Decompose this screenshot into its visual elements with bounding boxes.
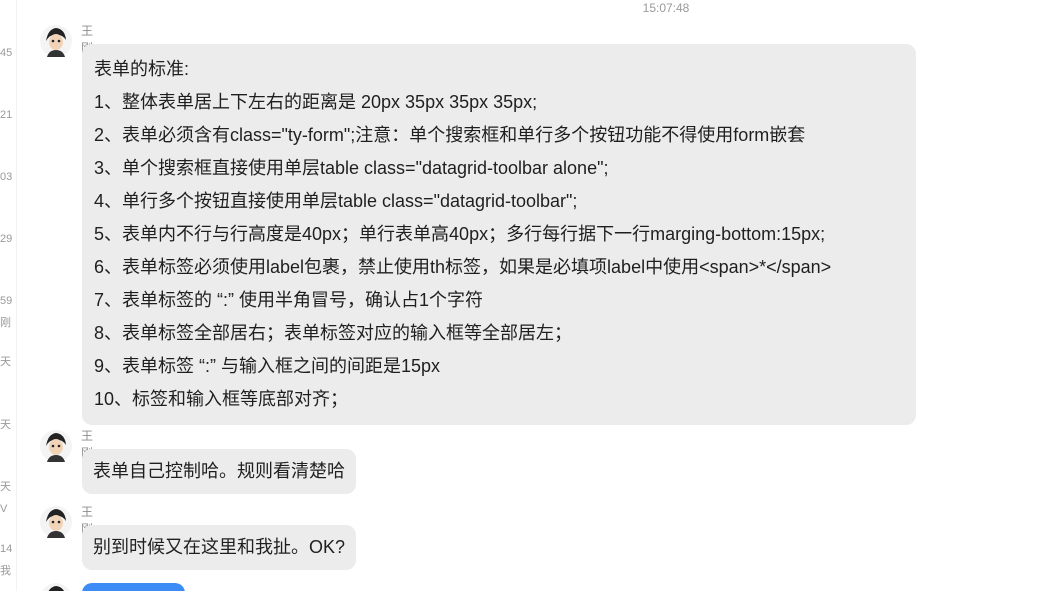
message-line: 10、标签和输入框等底部对齐；: [94, 389, 349, 409]
avatar[interactable]: [40, 583, 72, 591]
conversation-time[interactable]: 21: [0, 108, 16, 122]
message-line: 4、单行多个按钮直接使用单层table class="datagrid-tool…: [94, 191, 578, 211]
chat-window: 45 21 03 29 59 刚 天 天 天 V 14 我 15:07:48 王…: [0, 0, 1050, 591]
conversation-time[interactable]: 59: [0, 294, 16, 308]
message-line: 2、表单必须含有class="ty-form";注意：单个搜索框和单行多个按钮功…: [94, 125, 806, 145]
message-bubble[interactable]: 别到时候又在这里和我扯。OK?: [82, 525, 357, 570]
message-line: 8、表单标签全部居右；表单标签对应的输入框等全部居左；: [94, 323, 573, 343]
conversation-preview[interactable]: 刚: [0, 316, 16, 330]
conversation-time[interactable]: 14: [0, 542, 16, 556]
message-line: 6、表单标签必须使用label包裹，禁止使用th标签，如果是必填项label中使…: [94, 257, 832, 277]
avatar[interactable]: [40, 25, 72, 57]
message-line: 表单的标准:: [94, 59, 190, 79]
message-line: 5、表单内不行与行高度是40px；单行表单高40px；多行每行据下一行margi…: [94, 224, 826, 244]
message-line: 9、表单标签 “:” 与输入框之间的间距是15px: [94, 356, 441, 376]
conversation-time[interactable]: 天: [0, 480, 16, 494]
conversation-time[interactable]: 天: [0, 418, 16, 432]
message-line: 1、整体表单居上下左右的距离是 20px 35px 35px 35px;: [94, 92, 538, 112]
avatar[interactable]: [40, 506, 72, 538]
message-bubble[interactable]: 表单的标准: 1、整体表单居上下左右的距离是 20px 35px 35px 35…: [82, 44, 916, 425]
conversation-time[interactable]: 45: [0, 46, 16, 60]
conversation-preview[interactable]: 我: [0, 564, 16, 578]
conversation-list-strip[interactable]: 45 21 03 29 59 刚 天 天 天 V 14 我: [0, 0, 17, 591]
message-line: 3、单个搜索框直接使用单层table class="datagrid-toolb…: [94, 158, 609, 178]
message-line: 别到时候又在这里和我扯。OK?: [93, 537, 346, 557]
conversation-time[interactable]: 天: [0, 355, 16, 369]
avatar[interactable]: [40, 430, 72, 462]
message-line: 表单自己控制哈。规则看清楚哈: [93, 461, 345, 481]
message-bubble-highlighted[interactable]: [82, 583, 185, 591]
message-line: 7、表单标签的 “:” 使用半角冒号，确认占1个字符: [94, 290, 484, 310]
conversation-time[interactable]: 03: [0, 170, 16, 184]
conversation-time[interactable]: 29: [0, 232, 16, 246]
conversation-preview[interactable]: V: [0, 502, 16, 516]
message-timestamp: 15:07:48: [642, 1, 690, 15]
message-bubble[interactable]: 表单自己控制哈。规则看清楚哈: [82, 449, 356, 494]
